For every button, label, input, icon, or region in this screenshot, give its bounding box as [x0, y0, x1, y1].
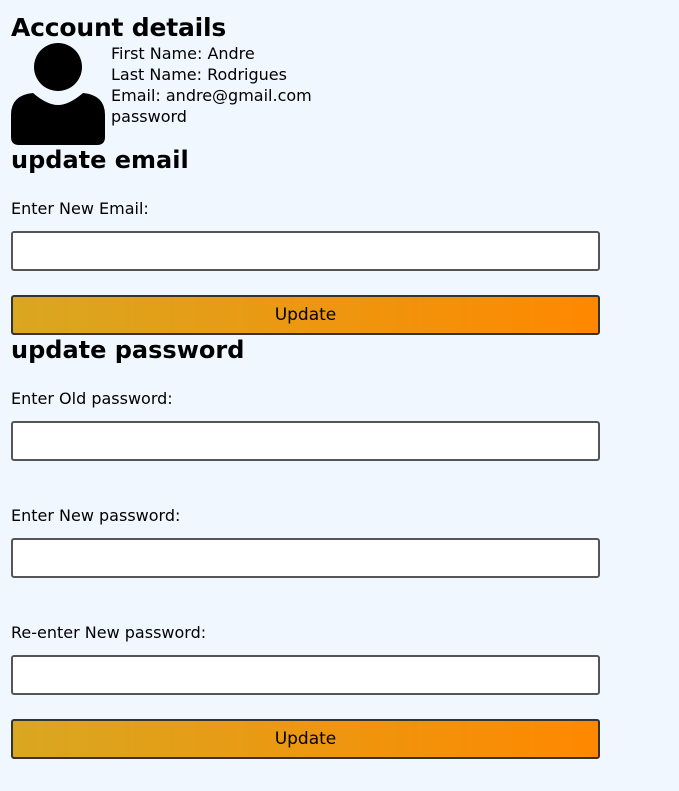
update-password-title: update password — [11, 336, 245, 364]
email-text: Email: andre@gmail.com — [111, 86, 312, 105]
confirm-password-label: Re-enter New password: — [11, 623, 207, 642]
password-text: password — [111, 107, 187, 126]
new-password-label: Enter New password: — [11, 506, 181, 525]
account-page: Account details First Name: Andre Last N… — [11, 12, 611, 759]
user-avatar-icon — [11, 43, 105, 145]
old-password-label: Enter Old password: — [11, 389, 173, 408]
confirm-password-input[interactable] — [11, 655, 600, 695]
account-info: First Name: Andre Last Name: Rodrigues E… — [111, 43, 312, 127]
new-password-input[interactable] — [11, 538, 600, 578]
account-summary: First Name: Andre Last Name: Rodrigues E… — [11, 43, 611, 145]
new-email-label: Enter New Email: — [11, 199, 149, 218]
first-name-text: First Name: Andre — [111, 44, 255, 63]
update-password-button[interactable]: Update — [11, 719, 600, 759]
old-password-input[interactable] — [11, 421, 600, 461]
account-details-title: Account details — [11, 13, 227, 42]
new-email-input[interactable] — [11, 231, 600, 271]
update-email-title: update email — [11, 146, 189, 174]
update-email-button[interactable]: Update — [11, 295, 600, 335]
last-name-text: Last Name: Rodrigues — [111, 65, 287, 84]
